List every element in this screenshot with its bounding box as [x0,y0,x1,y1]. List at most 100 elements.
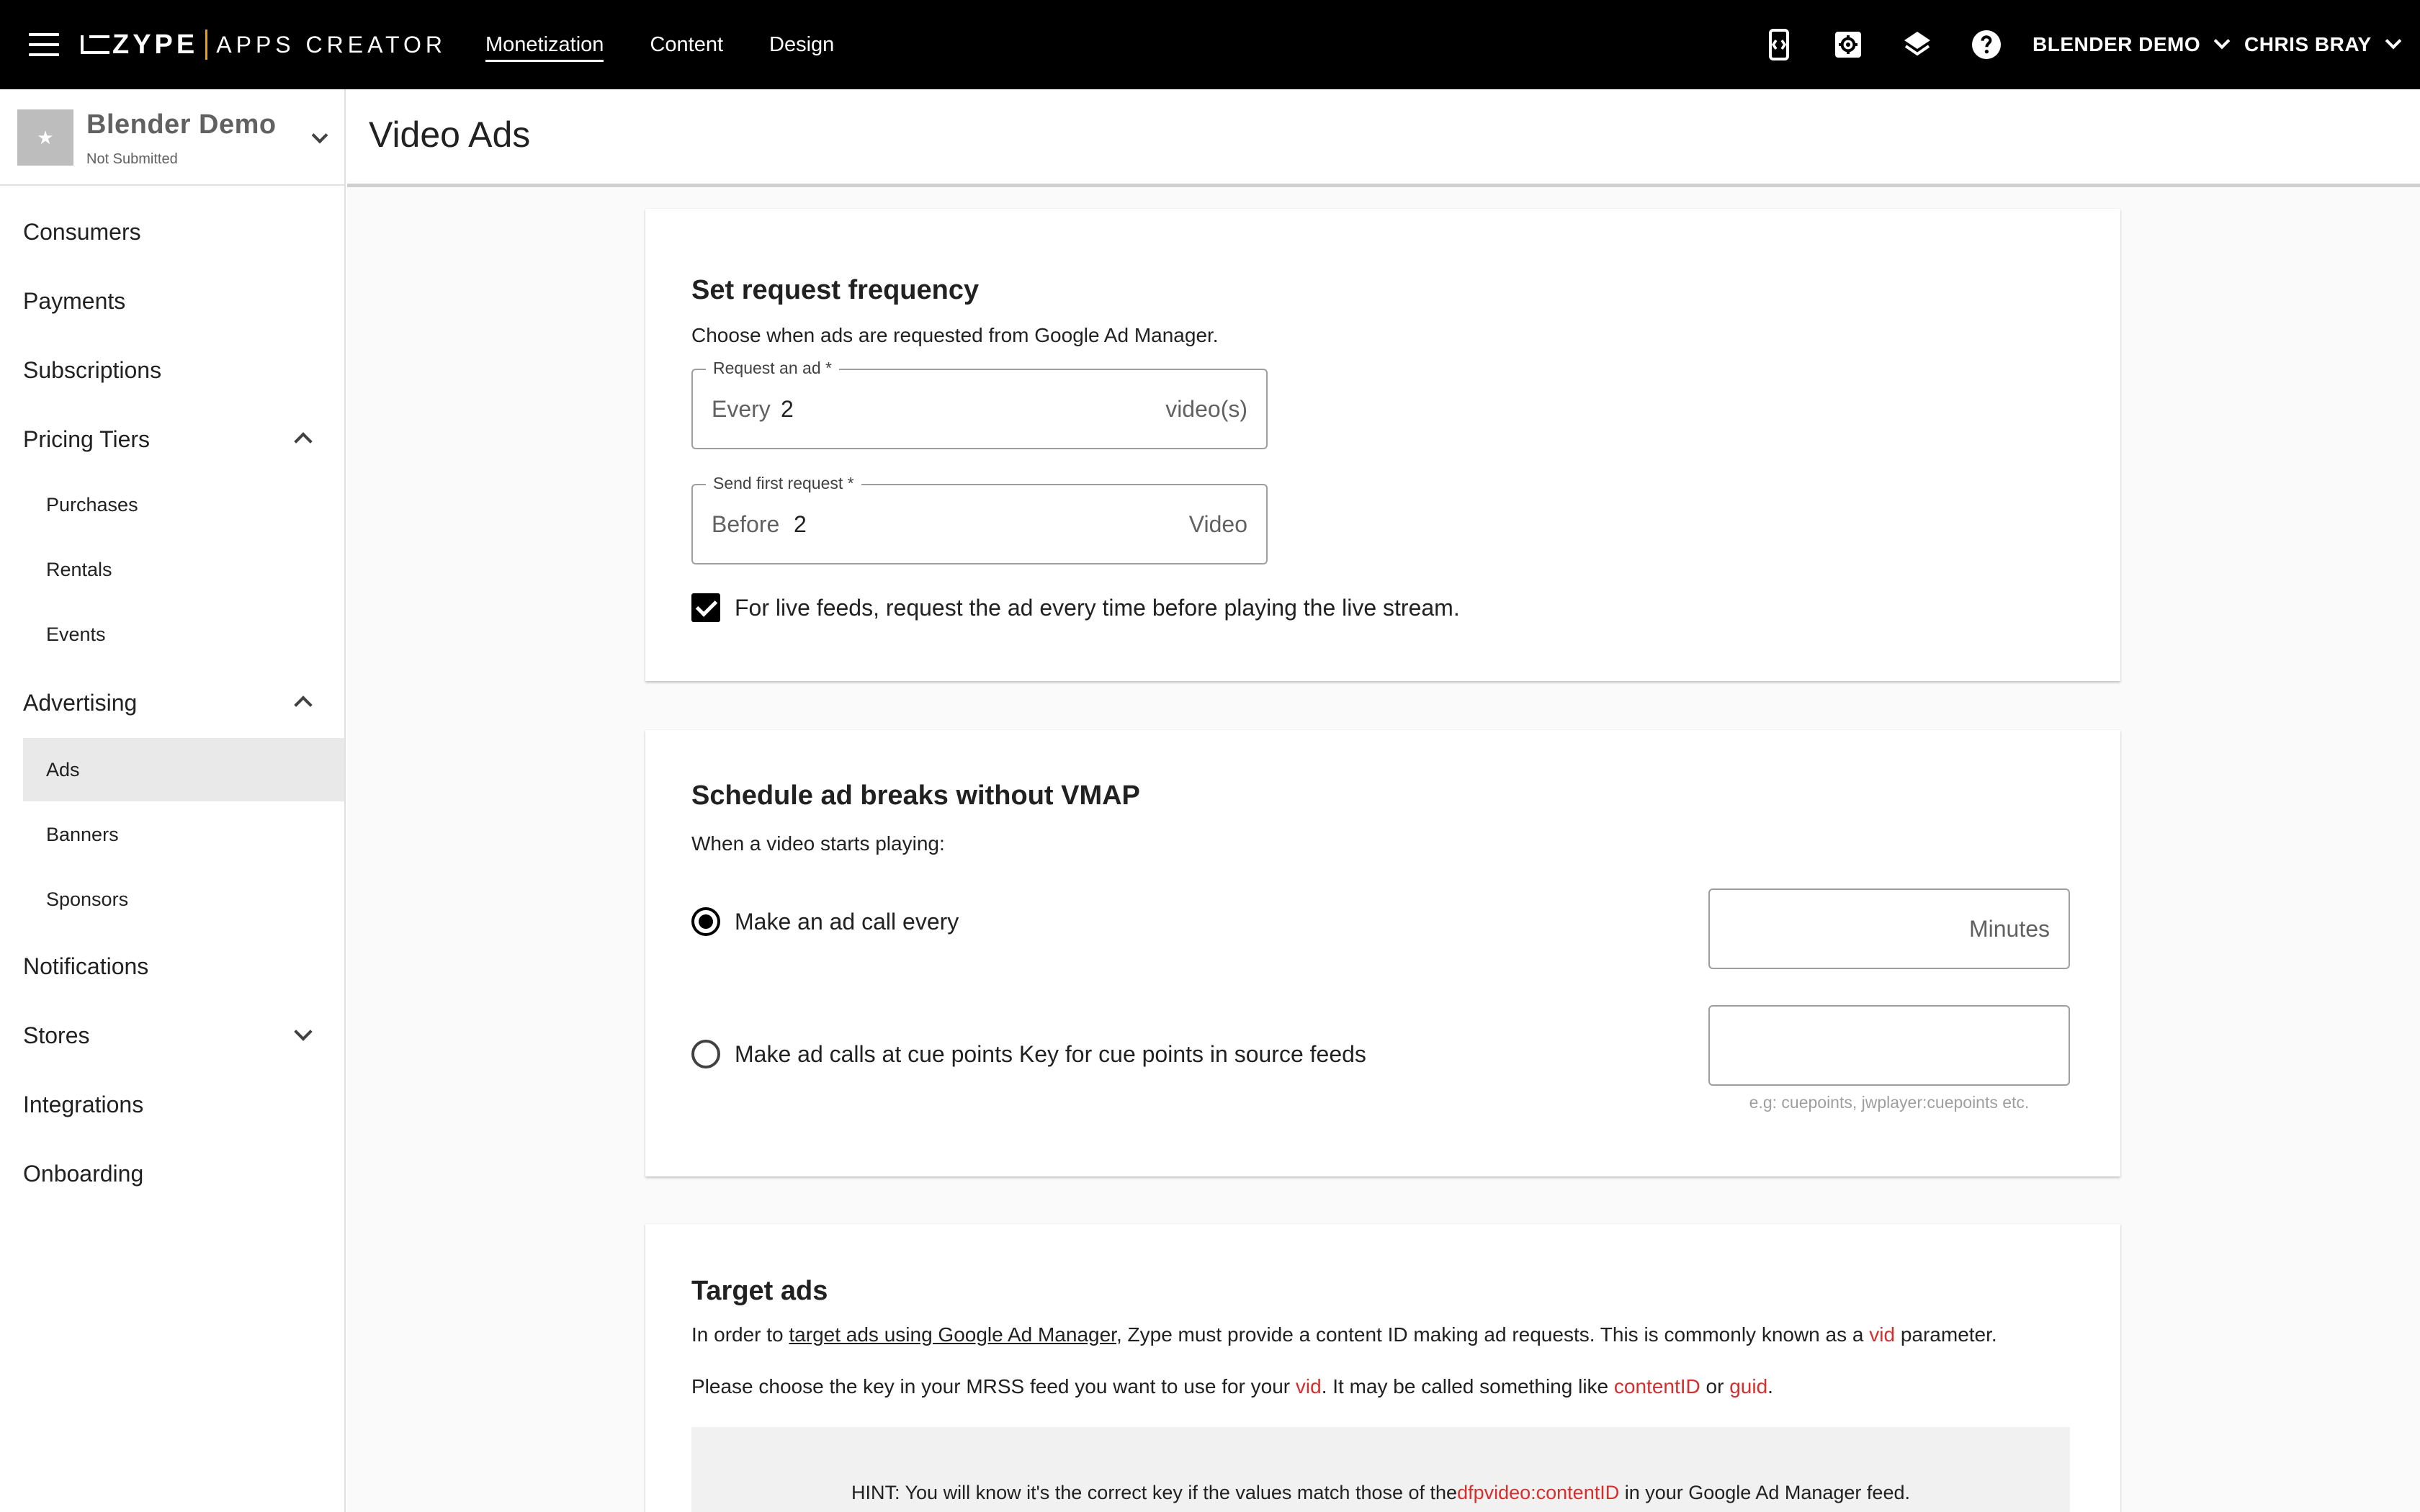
sidebar-item-label: Payments [23,288,126,314]
app-status: Not Submitted [86,151,178,167]
menu-icon[interactable] [29,33,59,56]
cuepoints-key-input[interactable] [1708,1005,2070,1086]
sidebar-item-label: Sponsors [46,888,129,910]
sidebar-item-onboarding[interactable]: Onboarding [0,1142,344,1205]
account-switcher[interactable]: BLENDER DEMO [2033,0,2231,89]
field-suffix: Video [1188,511,1247,537]
nav-content[interactable]: Content [650,0,723,89]
code-vid: vid [1869,1323,1896,1346]
chevron-down-icon[interactable] [311,127,328,144]
layers-icon[interactable] [1900,27,1935,62]
account-label: BLENDER DEMO [2033,33,2201,55]
sidebar-item-label: Ads [46,759,80,780]
section-heading: Set request frequency [691,275,980,305]
app-name: Blender Demo [86,109,277,140]
code-contentid: contentID [1613,1375,1700,1398]
cuepoints-helper-text: e.g: cuepoints, jwplayer:cuepoints etc. [1749,1093,2030,1112]
sidebar-item-sponsors[interactable]: Sponsors [23,868,344,931]
hint-text: HINT: You will know it's the correct key… [691,1482,2070,1504]
field-suffix: video(s) [1165,396,1247,422]
page-title: Video Ads [369,114,531,155]
field-prefix: Before [712,511,780,537]
first-request-input[interactable]: 2 [794,511,807,538]
interval-minutes-input[interactable]: Minutes [1708,888,2070,969]
interval-radio-label: Make an ad call every [735,909,959,935]
logo-subtext: APPS CREATOR [216,31,447,58]
zype-logo-mark [81,35,109,54]
sidebar-item-rentals[interactable]: Rentals [23,538,344,601]
sidebar-item-label: Banners [46,824,119,845]
chevron-up-icon [294,696,313,714]
sidebar-item-events[interactable]: Events [23,603,344,666]
sidebar-item-label: Integrations [23,1092,144,1117]
code-vid: vid [1295,1375,1322,1398]
section-heading: Schedule ad breaks without VMAP [691,780,1140,811]
cuepoints-radio-label: Make ad calls at cue points Key for cue … [735,1041,1366,1067]
first-request-field[interactable]: Send first request * Before 2 Video [691,474,1268,564]
zype-logo[interactable]: ZYPE APPS CREATOR [81,26,447,63]
chevron-down-icon [2213,32,2231,50]
top-nav: Monetization Content Design [485,0,880,89]
request-ad-field[interactable]: Request an ad * Every 2 video(s) [691,359,1268,449]
sidebar-item-stores[interactable]: Stores [0,1004,344,1067]
user-label: CHRIS BRAY [2244,33,2372,55]
text: in your Google Ad Manager feed. [1619,1482,1910,1503]
sidebar-item-notifications[interactable]: Notifications [0,935,344,998]
sidebar-item-label: Stores [23,1022,90,1048]
code-device-icon[interactable] [1762,27,1796,62]
sidebar-item-label: Onboarding [23,1161,144,1187]
page-header: Video Ads [347,89,2420,187]
sidebar-item-ads[interactable]: Ads [23,738,344,801]
text: In order to [691,1323,789,1346]
field-suffix: Minutes [1968,916,2050,942]
section-heading: Target ads [691,1276,828,1306]
interval-radio[interactable] [691,907,720,936]
chevron-up-icon [294,432,313,451]
request-ad-input[interactable]: 2 [781,396,794,423]
sidebar-item-integrations[interactable]: Integrations [0,1073,344,1136]
app-thumbnail: ★ [17,109,73,166]
section-description: Choose when ads are requested from Googl… [691,324,1219,346]
main-content: Set request frequency Choose when ads ar… [347,187,2420,1512]
cuepoints-radio[interactable] [691,1040,720,1068]
field-prefix: Every [712,396,771,422]
live-feeds-checkbox[interactable] [691,593,720,622]
live-feeds-checkbox-label: For live feeds, request the ad every tim… [735,595,1460,621]
text: or [1700,1375,1730,1398]
field-label: Request an ad * [706,359,839,378]
field-label: Send first request * [706,474,861,493]
sidebar-item-label: Events [46,624,106,645]
settings-box-icon[interactable] [1831,27,1865,62]
sidebar-item-payments[interactable]: Payments [0,269,344,333]
chevron-down-icon [2385,32,2401,50]
sidebar-item-pricing-tiers[interactable]: Pricing Tiers [0,408,344,471]
logo-separator [205,30,208,60]
text: parameter. [1895,1323,1997,1346]
schedule-ad-breaks-card: Schedule ad breaks without VMAP When a v… [645,730,2120,1176]
nav-design[interactable]: Design [769,0,834,89]
sidebar-item-banners[interactable]: Banners [23,803,344,866]
sidebar-item-subscriptions[interactable]: Subscriptions [0,338,344,402]
sidebar-item-label: Notifications [23,953,149,979]
code-dfpvideo: dfpvideo:contentID [1457,1482,1620,1503]
logo-text: ZYPE [112,29,199,60]
help-icon[interactable] [1969,27,2004,62]
hint-box: HINT: You will know it's the correct key… [691,1427,2070,1512]
section-description: When a video starts playing: [691,832,945,855]
sidebar-item-label: Consumers [23,219,141,245]
code-guid: guid [1729,1375,1768,1398]
sidebar-item-label: Purchases [46,494,138,516]
sidebar-item-advertising[interactable]: Advertising [0,671,344,734]
chevron-down-icon [294,1022,313,1041]
text: , Zype must provide a content ID making … [1116,1323,1870,1346]
sidebar-item-label: Advertising [23,690,138,716]
text: HINT: You will know it's the correct key… [851,1482,1458,1503]
target-ads-link[interactable]: target ads using Google Ad Manager [789,1323,1116,1346]
sidebar-item-consumers[interactable]: Consumers [0,200,344,264]
sidebar-item-label: Pricing Tiers [23,426,151,452]
top-app-bar: ZYPE APPS CREATOR Monetization Content D… [0,0,2420,89]
user-menu[interactable]: CHRIS BRAY [2244,0,2401,89]
sidebar-item-purchases[interactable]: Purchases [23,473,344,536]
nav-monetization[interactable]: Monetization [485,0,604,89]
app-selector[interactable]: ★ Blender Demo Not Submitted [0,89,344,186]
